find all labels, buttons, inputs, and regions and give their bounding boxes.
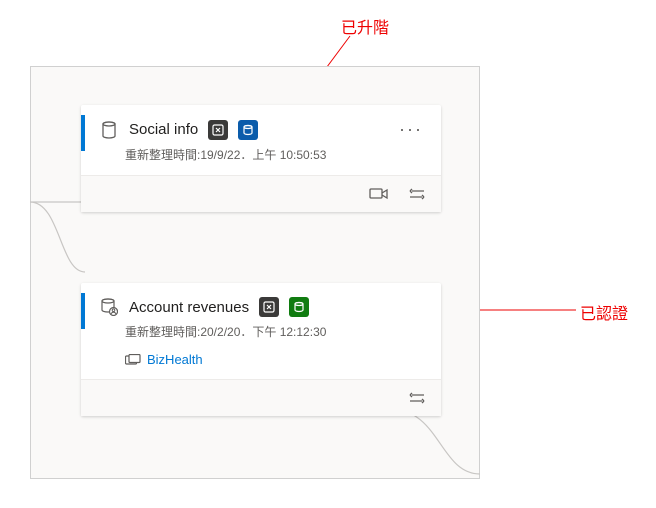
card-header: Account revenues bbox=[81, 283, 441, 323]
workspace-icon bbox=[125, 353, 141, 367]
lineage-toggle-icon[interactable] bbox=[407, 186, 427, 202]
card-header: Social info ··· bbox=[81, 105, 441, 146]
card-title: Social info bbox=[129, 121, 198, 138]
card-refresh-time: 重新整理時間:19/9/22．上午 10:50:53 bbox=[81, 146, 441, 175]
dataset-shared-icon bbox=[99, 297, 119, 317]
certified-badge-icon bbox=[289, 297, 309, 317]
impact-icon[interactable] bbox=[369, 186, 389, 202]
promoted-badge-icon bbox=[238, 120, 258, 140]
lineage-toggle-icon[interactable] bbox=[407, 390, 427, 406]
dataset-icon bbox=[99, 120, 119, 140]
dataset-card-social-info[interactable]: Social info ··· 重新整理時間:19/9/22．上午 10:50:… bbox=[81, 105, 441, 212]
card-footer bbox=[81, 175, 441, 212]
annotation-promoted: 已升階 bbox=[341, 14, 389, 38]
workspace-link[interactable]: BizHealth bbox=[147, 352, 203, 367]
card-more-button[interactable]: ··· bbox=[395, 119, 427, 140]
dataset-card-account-revenues[interactable]: Account revenues 重新整理時間:20/2/20．下午 12:12… bbox=[81, 283, 441, 416]
sensitivity-badge-icon bbox=[259, 297, 279, 317]
card-footer bbox=[81, 379, 441, 416]
card-accent bbox=[81, 293, 85, 329]
card-accent bbox=[81, 115, 85, 151]
card-link-row: BizHealth bbox=[81, 352, 441, 379]
card-title: Account revenues bbox=[129, 299, 249, 316]
card-refresh-time: 重新整理時間:20/2/20．下午 12:12:30 bbox=[81, 323, 441, 352]
lineage-canvas: Social info ··· 重新整理時間:19/9/22．上午 10:50:… bbox=[30, 66, 480, 479]
annotation-certified: 已認證 bbox=[580, 300, 628, 324]
sensitivity-badge-icon bbox=[208, 120, 228, 140]
